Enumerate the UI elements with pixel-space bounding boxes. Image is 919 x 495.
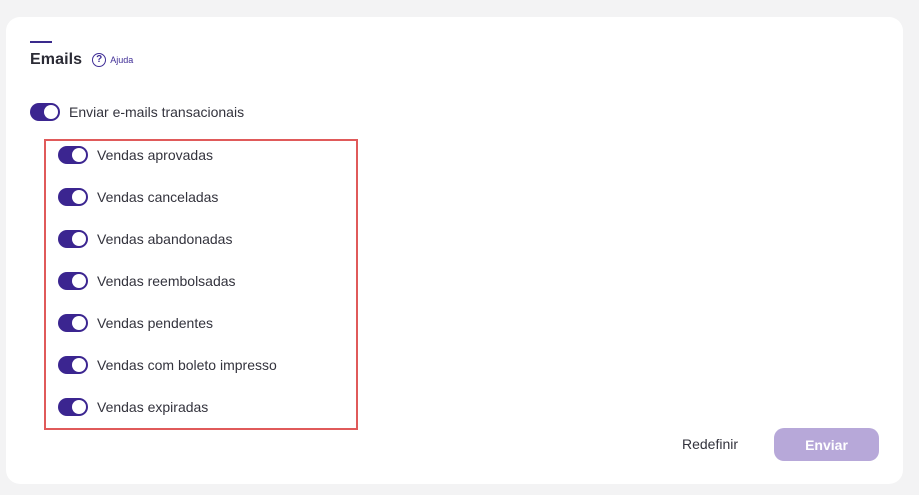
title-accent-bar	[30, 41, 52, 43]
toggle-knob	[44, 105, 58, 119]
toggle-switch[interactable]	[58, 356, 88, 374]
toggle-row-vendas-abandonadas[interactable]: Vendas abandonadas	[58, 230, 232, 248]
master-toggle-row[interactable]: Enviar e-mails transacionais	[30, 103, 244, 121]
toggle-switch[interactable]	[58, 398, 88, 416]
toggle-row-vendas-aprovadas[interactable]: Vendas aprovadas	[58, 146, 213, 164]
toggle-label: Vendas com boleto impresso	[97, 357, 277, 373]
toggle-knob	[72, 316, 86, 330]
toggle-label: Vendas expiradas	[97, 399, 209, 415]
toggle-row-vendas-expiradas[interactable]: Vendas expiradas	[58, 398, 208, 416]
master-toggle-switch[interactable]	[30, 103, 60, 121]
toggle-row-vendas-pendentes[interactable]: Vendas pendentes	[58, 314, 213, 332]
toggle-switch[interactable]	[58, 314, 88, 332]
toggle-row-vendas-reembolsadas[interactable]: Vendas reembolsadas	[58, 272, 236, 290]
question-circle-icon: ?	[92, 53, 107, 67]
toggle-knob	[72, 274, 86, 288]
toggle-label: Vendas aprovadas	[97, 147, 213, 163]
section-header: Emails ? Ajuda	[30, 51, 133, 69]
toggle-switch[interactable]	[58, 188, 88, 206]
email-settings-card: Emails ? Ajuda Enviar e-mails transacion…	[6, 17, 903, 484]
toggle-row-vendas-boleto-impresso[interactable]: Vendas com boleto impresso	[58, 356, 277, 374]
toggle-row-vendas-canceladas[interactable]: Vendas canceladas	[58, 188, 218, 206]
help-label: Ajuda	[110, 55, 134, 65]
toggle-label: Vendas reembolsadas	[97, 273, 236, 289]
section-title: Emails	[30, 51, 83, 68]
toggle-knob	[72, 400, 86, 414]
toggle-knob	[72, 232, 86, 246]
toggle-knob	[72, 148, 86, 162]
toggle-switch[interactable]	[58, 230, 88, 248]
toggle-knob	[72, 190, 86, 204]
toggle-switch[interactable]	[58, 272, 88, 290]
toggle-knob	[72, 358, 86, 372]
master-toggle-label: Enviar e-mails transacionais	[69, 104, 245, 120]
toggle-label: Vendas pendentes	[97, 315, 213, 331]
toggle-label: Vendas canceladas	[97, 189, 219, 205]
toggle-switch[interactable]	[58, 146, 88, 164]
toggle-label: Vendas abandonadas	[97, 231, 233, 247]
submit-button[interactable]: Enviar	[774, 428, 879, 461]
help-link[interactable]: ? Ajuda	[92, 53, 133, 67]
reset-button[interactable]: Redefinir	[670, 431, 750, 457]
